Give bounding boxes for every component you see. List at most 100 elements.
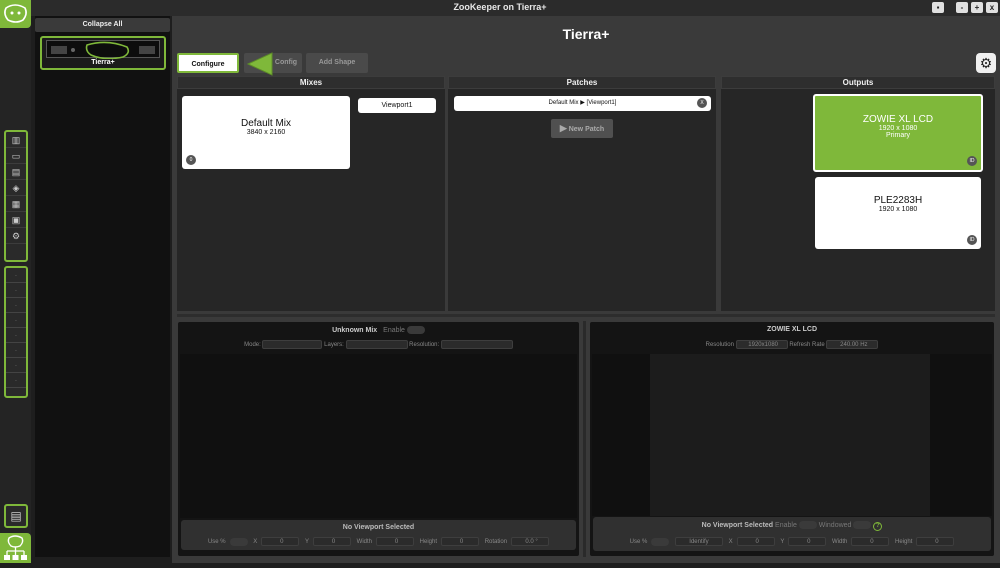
mixes-tool-icon[interactable]: ▥ <box>6 132 26 148</box>
effects-tool-icon[interactable]: ◈ <box>6 180 26 196</box>
mix-panel-title: Unknown Mix Enable <box>178 326 579 334</box>
settings-tool-icon[interactable]: ⚙ <box>6 228 26 244</box>
media-tool-icon[interactable]: ▤ <box>6 164 26 180</box>
refresh-rate-select[interactable]: 240.00 Hz <box>826 340 879 349</box>
x-input[interactable]: 0 <box>261 537 300 546</box>
tab-configure[interactable]: Configure <box>177 53 239 73</box>
mix-badge[interactable]: 0 <box>186 155 196 165</box>
clipboard-icon[interactable]: ▤ <box>4 504 28 528</box>
machine-panel: Collapse All Tierra+ <box>35 16 170 557</box>
patch-row[interactable]: Default Mix ▶ [Viewport1] X <box>454 96 711 111</box>
output-resolution: 1920 x 1080 <box>878 125 918 132</box>
panel-splitter[interactable] <box>583 321 586 557</box>
use-percent-toggle[interactable] <box>229 537 248 546</box>
outputs-header: Outputs <box>721 76 995 89</box>
windowed-toggle[interactable] <box>853 521 872 529</box>
patch-source: Default Mix <box>548 100 579 106</box>
enable-toggle[interactable] <box>406 326 425 334</box>
identify-button[interactable]: Identify <box>674 537 723 546</box>
output-settings-panel: ZOWIE XL LCD Resolution 1920x1080 Refres… <box>589 321 995 557</box>
tab-add-shape[interactable]: Add Shape <box>306 53 368 73</box>
width-input[interactable]: 0 <box>851 537 890 546</box>
output-card-primary[interactable]: ZOWIE XL LCD 1920 x 1080 Primary ID <box>813 94 983 172</box>
play-icon: ▶ <box>559 123 567 133</box>
height-label: Height <box>895 539 913 546</box>
width-label: Width <box>356 539 372 546</box>
y-label: Y <box>780 539 785 546</box>
patch-target: [Viewport1] <box>586 100 617 106</box>
mix-options-row: Mode: Layers: Resolution: <box>178 340 579 349</box>
slot-item[interactable]: · <box>6 358 26 373</box>
layers-select[interactable] <box>345 340 408 349</box>
mode-select[interactable] <box>262 340 323 349</box>
help-icon[interactable]: ? <box>873 521 883 531</box>
y-input[interactable]: 0 <box>312 537 351 546</box>
x-label: X <box>728 539 733 546</box>
grid-tool-icon[interactable]: ▦ <box>6 196 26 212</box>
output-viewport-fields: Use % Identify X0 Y0 Width 0 Height 0 <box>593 537 991 546</box>
machine-card[interactable]: Tierra+ <box>40 36 166 70</box>
slot-item[interactable]: · <box>6 313 26 328</box>
output-viewport-strip: No Viewport Selected Enable Windowed ? U… <box>593 517 991 551</box>
server-image <box>46 40 160 60</box>
patches-column: Patches Default Mix ▶ [Viewport1] X ▶ Ne… <box>448 76 716 311</box>
patches-header: Patches <box>448 76 716 89</box>
maximize-button[interactable]: + <box>971 2 983 13</box>
slot-item[interactable]: · <box>6 343 26 358</box>
refresh-rate-label: Refresh Rate <box>789 342 825 349</box>
tool-group: ▥ ▭ ▤ ◈ ▦ ▣ ⚙ <box>4 130 28 262</box>
x-input[interactable]: 0 <box>736 537 775 546</box>
identify-badge[interactable]: ID <box>967 156 977 166</box>
mix-card[interactable]: Default Mix 3840 x 2160 0 <box>182 96 350 169</box>
mixes-column: Mixes Default Mix 3840 x 2160 0 Viewport… <box>177 76 445 311</box>
windowed-label: Windowed <box>818 521 852 529</box>
output-card[interactable]: PLE2283H 1920 x 1080 ID <box>815 177 981 249</box>
patch-arrow-icon: ▶ <box>580 100 585 106</box>
mix-resolution: 3840 x 2160 <box>246 129 286 136</box>
slot-item[interactable]: · <box>6 283 26 298</box>
output-viewport-header: No Viewport Selected Enable Windowed ? <box>593 521 991 531</box>
rotation-input[interactable]: 0.0 ° <box>511 537 550 546</box>
mixes-header: Mixes <box>177 76 445 89</box>
use-percent-label: Use % <box>629 539 648 546</box>
resolution-select[interactable] <box>440 340 513 349</box>
resolution-select[interactable]: 1920x1080 <box>735 340 788 349</box>
viewport-button[interactable]: Viewport1 <box>358 98 436 113</box>
output-canvas[interactable] <box>592 354 992 516</box>
patch-remove-icon[interactable]: X <box>697 98 707 108</box>
height-input[interactable]: 0 <box>916 537 955 546</box>
window-title: ZooKeeper on Tierra+ <box>453 2 547 12</box>
outputs-tool-icon[interactable]: ▭ <box>6 148 26 164</box>
snap-button[interactable]: ▪ <box>932 2 944 13</box>
output-name: ZOWIE XL LCD <box>862 114 934 125</box>
slot-item[interactable]: · <box>6 373 26 388</box>
width-input[interactable]: 0 <box>376 537 414 546</box>
mix-canvas[interactable] <box>180 354 577 518</box>
use-percent-toggle[interactable] <box>651 537 670 546</box>
y-label: Y <box>304 539 309 546</box>
collapse-all-button[interactable]: Collapse All <box>35 18 170 32</box>
output-options-row: Resolution 1920x1080 Refresh Rate 240.00… <box>590 340 994 349</box>
viewport-status: No Viewport Selected <box>701 521 774 529</box>
slot-item[interactable]: · <box>6 298 26 313</box>
layers-tool-icon[interactable]: ▣ <box>6 212 26 228</box>
enable-toggle[interactable] <box>798 521 817 529</box>
outputs-column: Outputs ZOWIE XL LCD 1920 x 1080 Primary… <box>721 76 995 311</box>
slot-item[interactable]: · <box>6 328 26 343</box>
viewport-status: No Viewport Selected <box>342 524 415 531</box>
rotation-label: Rotation <box>484 539 508 546</box>
y-input[interactable]: 0 <box>788 537 827 546</box>
slot-item[interactable]: · <box>6 268 26 283</box>
minimize-button[interactable]: - <box>956 2 968 13</box>
zookeeper-logo-icon[interactable] <box>0 0 31 28</box>
height-input[interactable]: 0 <box>441 537 480 546</box>
new-patch-button[interactable]: ▶ New Patch <box>551 119 613 138</box>
identify-badge[interactable]: ID <box>967 235 977 245</box>
enable-label: Enable <box>383 326 405 334</box>
mix-settings-panel: Unknown Mix Enable Mode: Layers: Resolut… <box>177 321 580 557</box>
gear-icon[interactable]: ⚙ <box>976 53 996 73</box>
new-patch-label: New Patch <box>568 126 605 133</box>
close-button[interactable]: x <box>986 2 998 13</box>
slot-group: · · · · · · · · <box>4 266 28 398</box>
network-icon[interactable] <box>0 533 31 563</box>
